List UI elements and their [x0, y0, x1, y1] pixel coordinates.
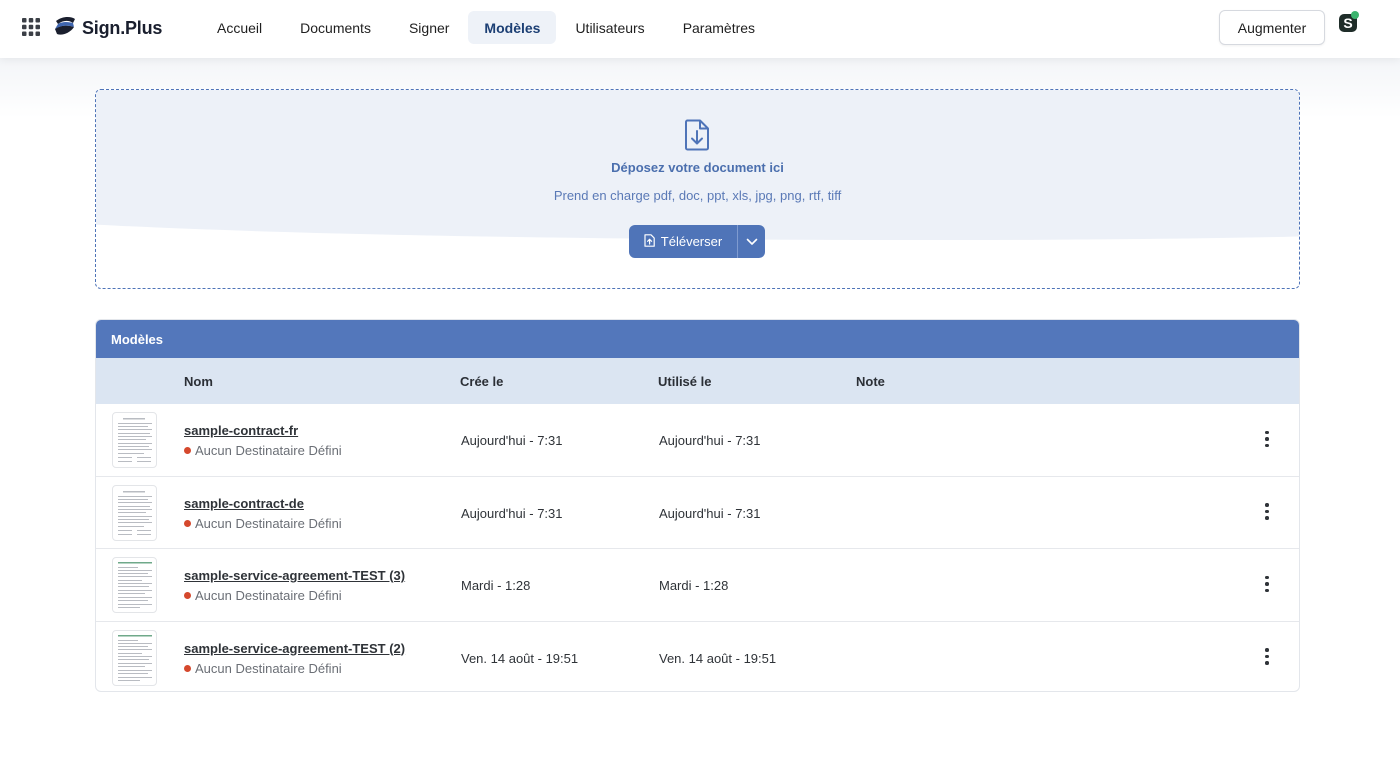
file-download-icon — [683, 119, 711, 151]
document-thumbnail[interactable] — [112, 557, 157, 613]
file-upload-icon — [644, 233, 655, 250]
used-date: Aujourd'hui - 7:31 — [659, 433, 761, 448]
status-dot — [184, 592, 191, 599]
recipient-status: Aucun Destinataire Défini — [184, 516, 342, 531]
sign-plus-logo-icon — [54, 15, 76, 42]
template-name-link[interactable]: sample-service-agreement-TEST (2) — [184, 641, 405, 656]
chevron-down-icon — [746, 233, 758, 251]
recipient-status-text: Aucun Destinataire Défini — [195, 660, 342, 676]
upload-options-toggle[interactable] — [737, 225, 765, 258]
nav-item-modeles[interactable]: Modèles — [468, 11, 557, 44]
document-thumbnail[interactable] — [112, 484, 157, 541]
nav-item-accueil[interactable]: Accueil — [198, 11, 281, 44]
recipient-status: Aucun Destinataire Défini — [184, 443, 342, 458]
document-dropzone[interactable]: Déposez votre document ici Prend en char… — [95, 89, 1300, 289]
main-nav: Accueil Documents Signer Modèles Utilisa… — [198, 11, 774, 44]
created-date: Mardi - 1:28 — [461, 578, 531, 593]
created-date: Aujourd'hui - 7:31 — [461, 433, 563, 448]
more-vertical-icon[interactable] — [1258, 426, 1276, 452]
used-date: Ven. 14 août - 19:51 — [659, 650, 777, 666]
templates-card-title: Modèles — [96, 320, 1299, 358]
column-header-note[interactable]: Note — [856, 374, 885, 389]
used-date: Aujourd'hui - 7:31 — [659, 505, 761, 521]
used-date: Mardi - 1:28 — [659, 578, 729, 593]
upload-split-button: Téléverser — [629, 225, 765, 258]
table-row[interactable]: sample-contract-fr Aucun Destinataire Dé… — [96, 404, 1299, 477]
svg-text:S: S — [1343, 15, 1352, 31]
user-avatar-icon[interactable]: S — [1338, 11, 1360, 33]
more-vertical-icon[interactable] — [1258, 571, 1276, 597]
top-navigation-bar: Sign.Plus Accueil Documents Signer Modèl… — [0, 0, 1400, 58]
template-name-link[interactable]: sample-service-agreement-TEST (3) — [184, 568, 405, 583]
templates-card: Modèles Nom Crée le Utilisé le Note samp… — [95, 319, 1300, 692]
table-header: Nom Crée le Utilisé le Note — [96, 358, 1299, 404]
nav-item-documents[interactable]: Documents — [281, 11, 390, 44]
recipient-status-text: Aucun Destinataire Défini — [195, 443, 342, 458]
recipient-status: Aucun Destinataire Défini — [184, 661, 342, 676]
document-thumbnail[interactable] — [112, 629, 157, 686]
status-dot — [184, 664, 191, 672]
apps-grid-icon[interactable] — [22, 18, 40, 36]
table-row[interactable]: sample-contract-de Aucun Destinataire Dé… — [96, 477, 1299, 549]
template-name-link[interactable]: sample-contract-de — [184, 496, 304, 511]
upload-button-label: Téléverser — [660, 234, 723, 249]
document-thumbnail[interactable] — [112, 412, 157, 468]
table-row[interactable]: sample-service-agreement-TEST (3) Aucun … — [96, 549, 1299, 622]
recipient-status-text: Aucun Destinataire Défini — [195, 515, 342, 531]
created-date: Aujourd'hui - 7:31 — [461, 505, 563, 521]
status-dot — [184, 447, 191, 454]
status-dot — [184, 519, 191, 527]
dropzone-supported-formats: Prend en charge pdf, doc, ppt, xls, jpg,… — [553, 188, 842, 203]
nav-item-signer[interactable]: Signer — [390, 11, 468, 44]
column-header-used[interactable]: Utilisé le — [658, 374, 711, 389]
created-date: Ven. 14 août - 19:51 — [461, 650, 579, 666]
nav-item-utilisateurs[interactable]: Utilisateurs — [556, 11, 663, 44]
nav-item-parametres[interactable]: Paramètres — [664, 11, 774, 44]
upgrade-button[interactable]: Augmenter — [1219, 10, 1325, 45]
more-vertical-icon[interactable] — [1258, 499, 1276, 525]
template-name-link[interactable]: sample-contract-fr — [184, 423, 298, 438]
column-header-name[interactable]: Nom — [184, 374, 213, 389]
brand-name: Sign.Plus — [82, 17, 163, 38]
upload-button[interactable]: Téléverser — [629, 225, 737, 258]
dropzone-title: Déposez votre document ici — [611, 160, 784, 175]
recipient-status-text: Aucun Destinataire Défini — [195, 588, 342, 603]
more-vertical-icon[interactable] — [1258, 644, 1276, 670]
recipient-status: Aucun Destinataire Défini — [184, 588, 342, 603]
brand-logo[interactable]: Sign.Plus — [54, 15, 162, 41]
column-header-created[interactable]: Crée le — [460, 374, 503, 389]
table-row[interactable]: sample-service-agreement-TEST (2) Aucun … — [96, 622, 1299, 692]
